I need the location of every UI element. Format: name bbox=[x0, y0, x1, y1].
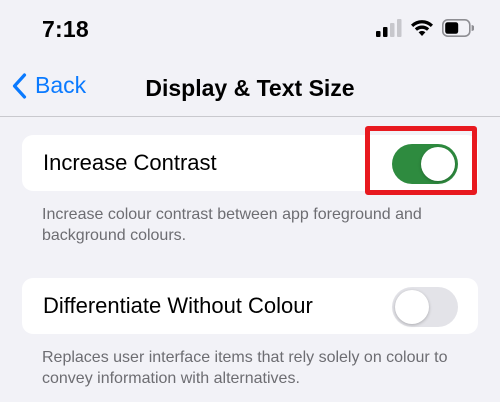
differentiate-without-colour-cell: Differentiate Without Colour bbox=[22, 278, 478, 334]
highlight-box bbox=[365, 126, 477, 195]
status-bar: 7:18 bbox=[0, 0, 500, 62]
increase-contrast-description: Increase colour contrast between app for… bbox=[42, 206, 422, 244]
status-icons bbox=[376, 19, 474, 37]
wifi-icon bbox=[411, 20, 433, 36]
status-time: 7:18 bbox=[42, 16, 89, 42]
battery-icon bbox=[442, 19, 474, 37]
cellular-signal-icon bbox=[376, 19, 402, 37]
navigation-bar: Back Display & Text Size bbox=[0, 62, 500, 117]
page-title: Display & Text Size bbox=[145, 75, 355, 101]
differentiate-without-colour-description: Replaces user interface items that rely … bbox=[42, 349, 448, 387]
differentiate-without-colour-toggle[interactable] bbox=[392, 287, 458, 327]
differentiate-without-colour-label: Differentiate Without Colour bbox=[43, 293, 313, 318]
increase-contrast-label: Increase Contrast bbox=[43, 150, 217, 175]
toggle-knob bbox=[395, 290, 429, 324]
